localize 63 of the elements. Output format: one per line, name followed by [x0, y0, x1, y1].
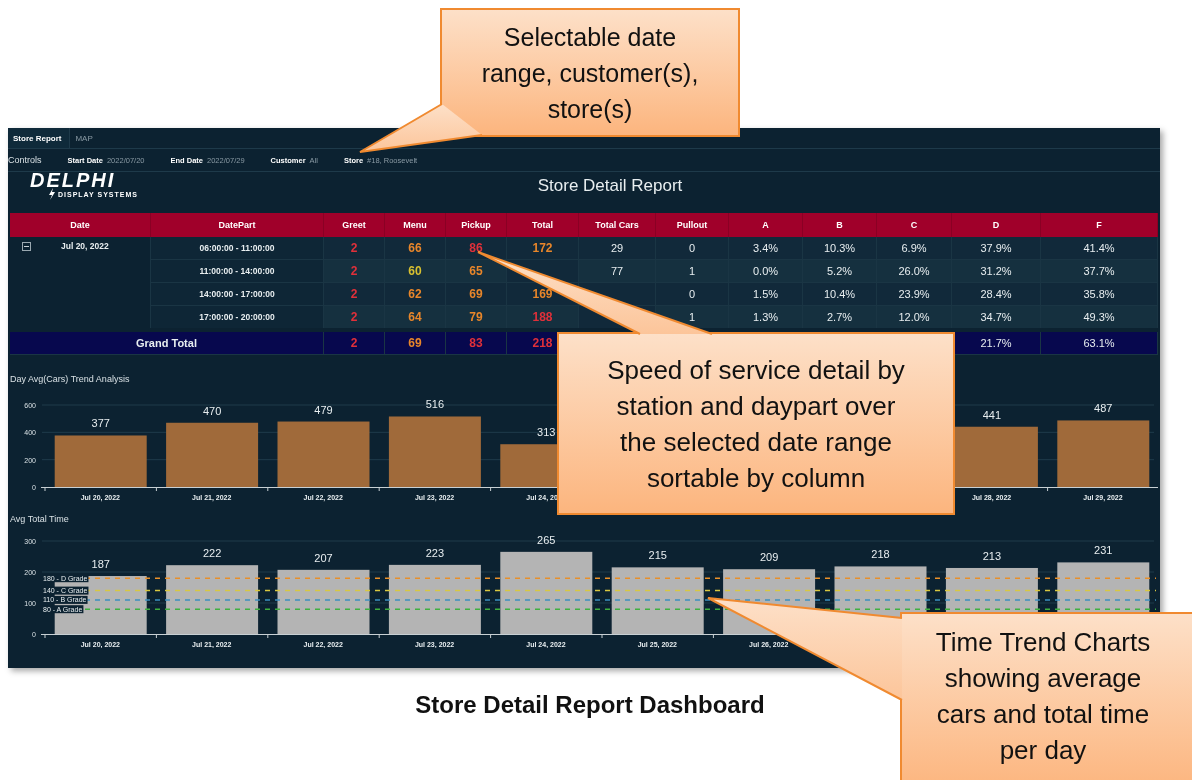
data-label: 218 [871, 548, 890, 561]
data-label: 215 [648, 549, 667, 562]
data-label: 207 [314, 551, 333, 564]
table-cell: 6.9% [876, 237, 952, 260]
column-header[interactable]: Greet [323, 213, 385, 237]
report-title: Store Detail Report [537, 176, 683, 196]
table-cell: 0 [655, 237, 729, 260]
table-cell: Grand Total [10, 330, 324, 355]
table-cell: 86 [445, 237, 507, 260]
data-label: 187 [91, 558, 110, 571]
data-label: 313 [537, 426, 556, 439]
figure-caption: Store Detail Report Dashboard [415, 691, 765, 719]
column-header[interactable]: D [951, 213, 1041, 237]
column-header[interactable]: Date [10, 213, 151, 237]
collapse-icon[interactable] [22, 241, 31, 251]
data-label: 223 [425, 546, 445, 559]
table-cell: 29 [578, 237, 656, 260]
data-label: 231 [1094, 544, 1113, 557]
data-label: 470 [202, 404, 222, 417]
data-label: 209 [759, 551, 779, 564]
table-cell: 66 [384, 237, 446, 260]
tab[interactable]: MAP [70, 128, 101, 148]
table-cell: 83 [445, 330, 507, 355]
data-label: 222 [202, 547, 222, 560]
table-cell: 172 [506, 237, 579, 260]
tab[interactable]: Store Report [8, 128, 71, 148]
column-header[interactable]: B [802, 213, 877, 237]
table-cell: 2 [323, 330, 385, 355]
column-header[interactable]: Pullout [655, 213, 729, 237]
table-cell: 37.7% [1040, 259, 1158, 283]
table-cell: 2 [323, 237, 385, 260]
date-label: Jul 20, 2022 [61, 241, 109, 251]
table-cell: 14:00:00 - 17:00:00 [150, 282, 324, 306]
data-label: 265 [537, 533, 556, 546]
table-cell: 06:00:00 - 11:00:00 [150, 237, 324, 260]
table-cell: 10.3% [802, 237, 877, 260]
bolt-icon [48, 188, 56, 200]
column-header[interactable]: A [728, 213, 803, 237]
table-cell: 35.8% [1040, 282, 1158, 306]
column-header[interactable]: Menu [384, 213, 446, 237]
column-header[interactable]: Total [506, 213, 579, 237]
callout: Selectable date range, customer(s), store(s) [440, 8, 740, 137]
table-cell: 63.1% [1040, 330, 1158, 355]
chart-title: Day Avg(Cars) Trend Analysis [10, 374, 131, 386]
column-header[interactable]: Pickup [445, 213, 507, 237]
chart-title: Avg Total Time [10, 514, 70, 526]
data-label: 441 [982, 408, 1002, 421]
data-label: 213 [982, 549, 1002, 562]
data-label: 516 [425, 398, 445, 411]
column-header[interactable]: C [876, 213, 952, 237]
table-cell: 41.4% [1040, 237, 1158, 260]
data-label: 377 [91, 417, 110, 430]
table-cell: 69 [384, 330, 446, 355]
controls-label: Controls [8, 155, 42, 165]
column-header[interactable]: Total Cars [578, 213, 656, 237]
table-cell: 37.9% [951, 237, 1041, 260]
column-header[interactable]: DatePart [150, 213, 324, 237]
table-cell: 3.4% [728, 237, 803, 260]
column-header[interactable]: F [1040, 213, 1158, 237]
data-label: 487 [1094, 402, 1113, 415]
logo-text: DELPHI [30, 172, 117, 188]
data-label: 479 [314, 403, 333, 416]
table-cell: 11:00:00 - 14:00:00 [150, 259, 324, 283]
